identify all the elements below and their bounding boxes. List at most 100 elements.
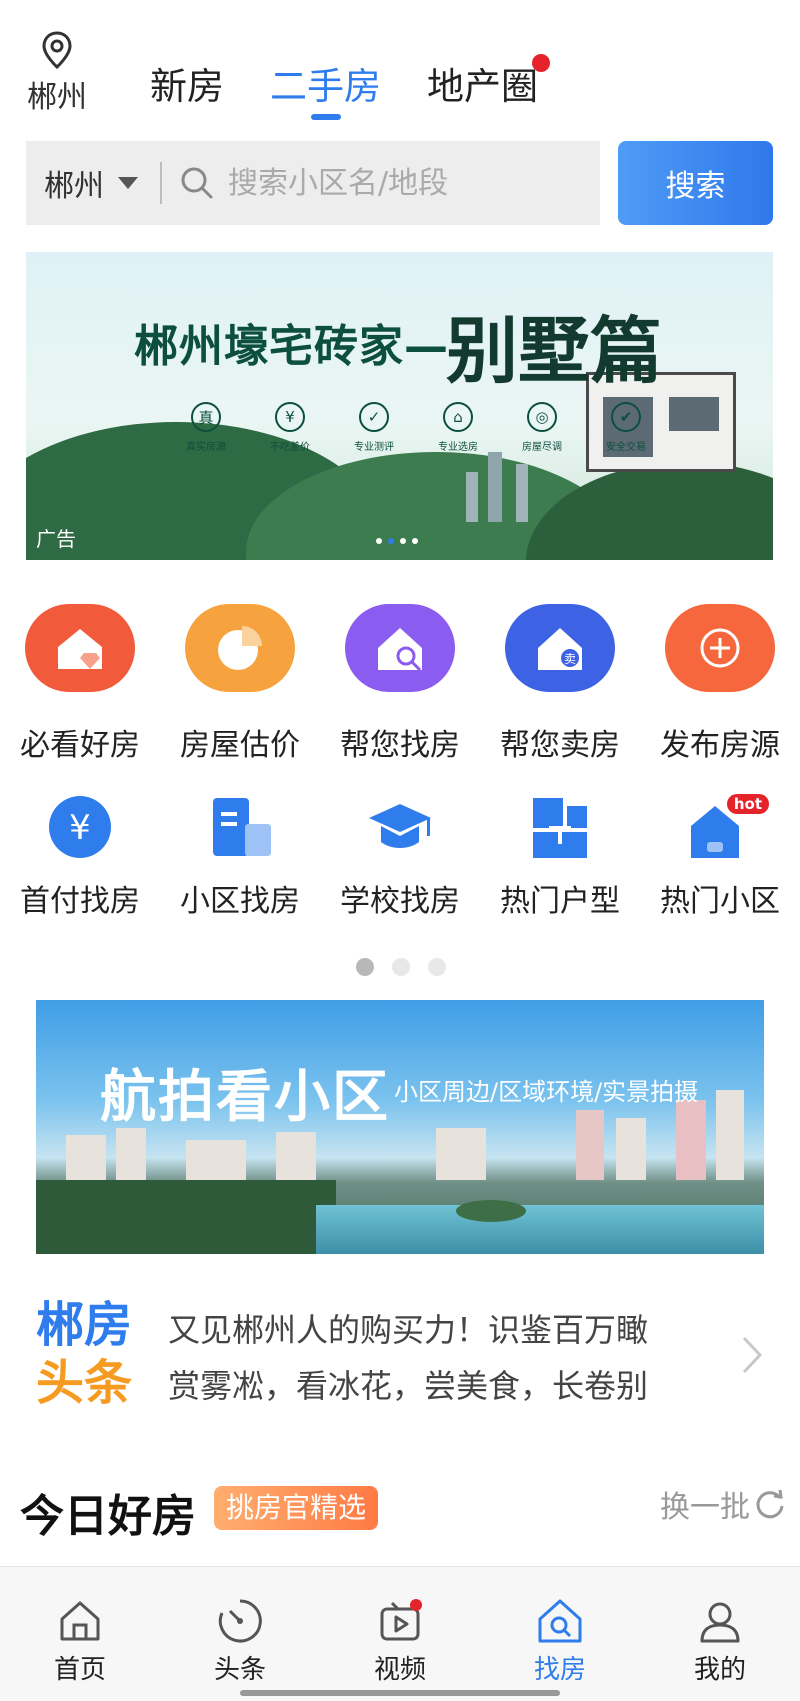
plus-icon: [665, 604, 775, 692]
publish-listing-button[interactable]: 发布房源: [640, 604, 800, 764]
grid-label: 必看好房: [20, 728, 140, 763]
feature-label: 真实房源: [186, 442, 226, 453]
building-image: [66, 1135, 106, 1180]
pager-dot[interactable]: [356, 958, 374, 976]
feature-label: 房屋尽调: [522, 442, 562, 453]
grid-label: 学校找房: [340, 884, 460, 919]
curated-tag: 挑房官精选: [214, 1486, 379, 1530]
grid-label: 热门小区: [660, 884, 780, 919]
building-image: [276, 1132, 316, 1180]
island-image: [456, 1200, 526, 1222]
feature-icon: ⌂: [443, 402, 473, 432]
tab-label: 新房: [150, 65, 224, 108]
grid-label: 房屋估价: [180, 728, 300, 763]
grid-pager: [356, 958, 446, 976]
banner-pager: [376, 538, 418, 544]
grid-label: 帮您找房: [340, 728, 460, 763]
banner-subtitle: 小区周边/区域环境/实景拍摄: [394, 1078, 699, 1106]
search-city-label: 郴州: [44, 169, 104, 204]
tower-image: [516, 464, 528, 522]
nav-video[interactable]: 视频: [320, 1567, 480, 1701]
video-icon: [380, 1599, 422, 1641]
graduation-cap-icon: [365, 792, 435, 862]
pager-dot: [412, 538, 418, 544]
pager-dot[interactable]: [428, 958, 446, 976]
help-sell-house-button[interactable]: 卖 帮您卖房: [480, 604, 640, 764]
tab-second-hand[interactable]: 二手房: [270, 56, 381, 120]
search-city-dropdown[interactable]: 郴州: [26, 161, 160, 205]
feature-icon: ¥: [275, 402, 305, 432]
news-logo-line2-text: 头条: [36, 1355, 133, 1411]
pager-dot: [388, 538, 394, 544]
feature-label: 专业测评: [354, 442, 394, 453]
nav-label: 视频: [373, 1655, 426, 1685]
location-selector[interactable]: 郴州: [22, 30, 92, 116]
community-search-button[interactable]: 小区找房: [160, 792, 320, 920]
nav-find-house[interactable]: 找房: [480, 1567, 640, 1701]
yuan-icon: ¥: [45, 792, 115, 862]
building-image: [116, 1128, 146, 1180]
tab-label: 地产圈: [427, 65, 538, 108]
nav-profile[interactable]: 我的: [640, 1567, 800, 1701]
refresh-button[interactable]: 换一批: [660, 1482, 786, 1526]
location-city: 郴州: [27, 80, 87, 115]
tab-real-estate-circle[interactable]: 地产圈: [427, 54, 550, 112]
tower-image: [466, 472, 478, 522]
grid-label: 发布房源: [660, 728, 780, 763]
promo-banner[interactable]: 郴州壕宅砖家— 别墅篇 真真实房源 ¥ 不吃差价 ✓ 专业测评 ⌂ 专业选房 ◎ 房屋尽…: [26, 252, 773, 560]
building-image: [716, 1090, 744, 1180]
top-tabs: 新房 二手房 地产圈: [150, 54, 550, 120]
section-title: 今日好房: [20, 1491, 196, 1542]
building-image: [616, 1118, 646, 1180]
refresh-icon: [756, 1489, 784, 1519]
nav-label: 头条: [213, 1655, 266, 1685]
feature-item: ¥ 不吃差价: [260, 402, 320, 453]
building-image: [676, 1100, 706, 1180]
must-see-houses-button[interactable]: 必看好房: [0, 604, 160, 764]
feature-item: ✔ 安全交易: [596, 402, 656, 453]
hot-badge: hot: [726, 794, 769, 814]
search-button[interactable]: 搜索: [618, 141, 773, 225]
house-search-icon: [345, 604, 455, 692]
news-item[interactable]: 赏雾凇，看冰花，尝美食，长卷别: [168, 1358, 728, 1414]
banner-title-calligraphy: 别墅篇: [446, 308, 663, 393]
pager-dot[interactable]: [392, 958, 410, 976]
hot-community-icon: hot: [685, 792, 769, 862]
refresh-label: 换一批: [660, 1490, 750, 1525]
news-item[interactable]: 又见郴州人的购买力！识鉴百万瞰: [168, 1302, 728, 1358]
notification-dot: [532, 54, 550, 72]
nav-label: 找房: [533, 1655, 586, 1685]
feature-item: ⌂ 专业选房: [428, 402, 488, 453]
feature-icon: ✓: [359, 402, 389, 432]
nav-home[interactable]: 首页: [0, 1567, 160, 1701]
aerial-view-banner[interactable]: 航拍看小区 小区周边/区域环境/实景拍摄: [36, 1000, 764, 1254]
house-valuation-button[interactable]: 房屋估价: [160, 604, 320, 764]
grid-label: 热门户型: [500, 884, 620, 919]
feature-item: 真真实房源: [176, 402, 236, 453]
headline-icon: [218, 1599, 262, 1643]
feature-icon: ◎: [527, 402, 557, 432]
chevron-right-icon[interactable]: [740, 1334, 764, 1376]
down-payment-search-button[interactable]: ¥ 首付找房: [0, 792, 160, 920]
feature-icon: ✔: [611, 402, 641, 432]
trees-image: [36, 1180, 336, 1254]
nav-label: 我的: [693, 1655, 746, 1685]
feature-label: 安全交易: [606, 442, 646, 453]
nav-headline[interactable]: 头条: [160, 1567, 320, 1701]
search-input[interactable]: [228, 165, 578, 201]
svg-text:卖: 卖: [564, 652, 576, 666]
help-find-house-button[interactable]: 帮您找房: [320, 604, 480, 764]
feature-grid-row-2: ¥ 首付找房 小区找房 学校找房 热门户型 hot 热门小区: [0, 792, 800, 920]
building-image: [436, 1128, 486, 1180]
banner-title: 航拍看小区: [100, 1065, 390, 1130]
find-house-icon: [538, 1599, 582, 1643]
news-ticker[interactable]: 又见郴州人的购买力！识鉴百万瞰 赏雾凇，看冰花，尝美食，长卷别: [168, 1302, 728, 1414]
banner-title: 郴州壕宅砖家—: [134, 321, 449, 372]
ad-label: 广告: [36, 527, 76, 551]
tab-new-house[interactable]: 新房: [150, 56, 224, 112]
school-search-button[interactable]: 学校找房: [320, 792, 480, 920]
popular-layout-button[interactable]: 热门户型: [480, 792, 640, 920]
floorplan-icon: [525, 792, 595, 862]
hot-community-button[interactable]: hot 热门小区: [640, 792, 800, 920]
home-indicator: [240, 1690, 560, 1696]
